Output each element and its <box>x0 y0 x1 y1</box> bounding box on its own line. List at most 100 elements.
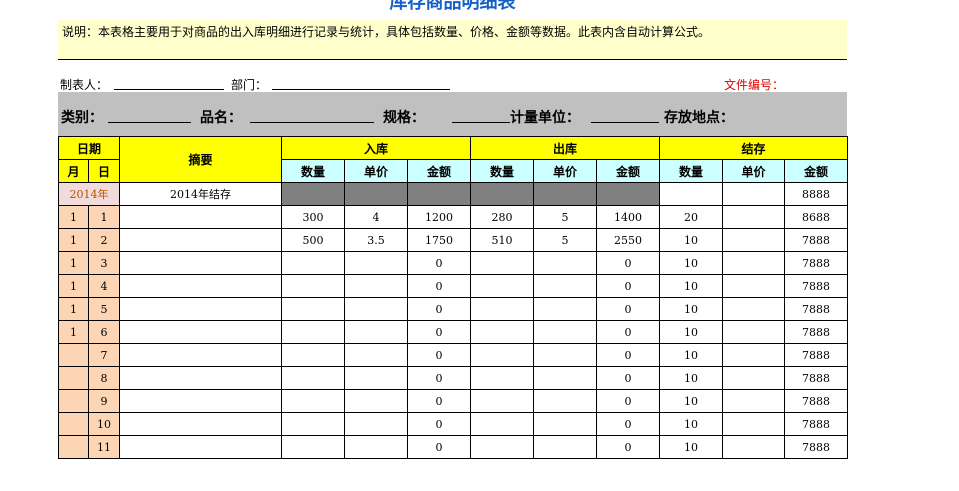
unit-field[interactable] <box>591 122 659 123</box>
out-qty-cell[interactable]: 280 <box>470 205 534 229</box>
in-price-cell[interactable] <box>344 366 408 390</box>
out-price-cell[interactable]: 5 <box>533 205 597 229</box>
out-price-cell[interactable] <box>533 343 597 367</box>
out-amount-cell[interactable]: 0 <box>596 343 660 367</box>
out-price-cell[interactable]: 5 <box>533 228 597 252</box>
in-price-cell[interactable] <box>344 343 408 367</box>
in-amount-cell[interactable]: 1200 <box>407 205 471 229</box>
in-amount-cell[interactable]: 0 <box>407 412 471 436</box>
bal-amount-cell[interactable]: 7888 <box>784 320 848 344</box>
summary-cell[interactable] <box>119 297 282 321</box>
summary-cell[interactable] <box>119 412 282 436</box>
out-amount-cell[interactable]: 0 <box>596 320 660 344</box>
out-amount-cell[interactable]: 0 <box>596 297 660 321</box>
out-price-cell[interactable] <box>533 412 597 436</box>
bal-qty-cell[interactable]: 10 <box>659 412 723 436</box>
out-amount-cell[interactable]: 0 <box>596 366 660 390</box>
bal-amount-cell[interactable]: 8688 <box>784 205 848 229</box>
day-cell[interactable]: 4 <box>88 274 120 298</box>
summary-cell[interactable] <box>119 343 282 367</box>
bal-price-cell[interactable] <box>722 228 785 252</box>
product-name-field[interactable] <box>250 122 374 123</box>
out-qty-cell[interactable] <box>470 389 534 413</box>
in-qty-cell[interactable] <box>281 274 345 298</box>
month-cell[interactable] <box>58 366 89 390</box>
summary-cell[interactable] <box>119 228 282 252</box>
day-cell[interactable]: 7 <box>88 343 120 367</box>
day-cell[interactable]: 3 <box>88 251 120 275</box>
bal-price-cell[interactable] <box>722 274 785 298</box>
day-cell[interactable]: 9 <box>88 389 120 413</box>
bal-price-cell[interactable] <box>722 366 785 390</box>
bal-price-cell[interactable] <box>722 389 785 413</box>
summary-cell[interactable] <box>119 366 282 390</box>
out-amount-cell[interactable]: 0 <box>596 274 660 298</box>
category-field[interactable] <box>108 122 191 123</box>
out-qty-cell[interactable] <box>470 251 534 275</box>
summary-cell[interactable] <box>119 320 282 344</box>
bal-amount-cell[interactable]: 7888 <box>784 366 848 390</box>
summary-cell[interactable] <box>119 251 282 275</box>
out-amount-cell[interactable]: 0 <box>596 412 660 436</box>
bal-qty-cell[interactable]: 10 <box>659 366 723 390</box>
out-price-cell[interactable] <box>533 274 597 298</box>
out-qty-cell[interactable] <box>470 274 534 298</box>
carry-summary[interactable]: 2014年结存 <box>119 182 282 206</box>
bal-amount-cell[interactable]: 7888 <box>784 412 848 436</box>
month-cell[interactable]: 1 <box>58 320 89 344</box>
bal-amount-cell[interactable]: 7888 <box>784 297 848 321</box>
in-price-cell[interactable]: 3.5 <box>344 228 408 252</box>
month-cell[interactable] <box>58 435 89 459</box>
bal-qty-cell[interactable]: 10 <box>659 435 723 459</box>
bal-amount-cell[interactable]: 7888 <box>784 251 848 275</box>
bal-qty-cell[interactable]: 10 <box>659 251 723 275</box>
bal-amount-cell[interactable]: 7888 <box>784 435 848 459</box>
out-price-cell[interactable] <box>533 251 597 275</box>
in-qty-cell[interactable] <box>281 320 345 344</box>
out-qty-cell[interactable] <box>470 412 534 436</box>
day-cell[interactable]: 11 <box>88 435 120 459</box>
out-amount-cell[interactable]: 1400 <box>596 205 660 229</box>
in-price-cell[interactable]: 4 <box>344 205 408 229</box>
in-amount-cell[interactable]: 0 <box>407 274 471 298</box>
in-price-cell[interactable] <box>344 251 408 275</box>
month-cell[interactable]: 1 <box>58 205 89 229</box>
bal-price-cell[interactable] <box>722 435 785 459</box>
in-price-cell[interactable] <box>344 389 408 413</box>
out-qty-cell[interactable] <box>470 297 534 321</box>
in-amount-cell[interactable]: 0 <box>407 343 471 367</box>
bal-qty-cell[interactable]: 10 <box>659 228 723 252</box>
day-cell[interactable]: 1 <box>88 205 120 229</box>
in-qty-cell[interactable] <box>281 251 345 275</box>
bal-qty-cell[interactable]: 10 <box>659 343 723 367</box>
bal-price-cell[interactable] <box>722 412 785 436</box>
bal-qty-cell[interactable]: 10 <box>659 274 723 298</box>
bal-amount-cell[interactable]: 7888 <box>784 389 848 413</box>
month-cell[interactable]: 1 <box>58 251 89 275</box>
bal-amount-cell[interactable]: 7888 <box>784 343 848 367</box>
out-price-cell[interactable] <box>533 320 597 344</box>
bal-price-cell[interactable] <box>722 320 785 344</box>
in-price-cell[interactable] <box>344 274 408 298</box>
in-qty-cell[interactable]: 300 <box>281 205 345 229</box>
month-cell[interactable] <box>58 389 89 413</box>
month-cell[interactable] <box>58 412 89 436</box>
out-price-cell[interactable] <box>533 366 597 390</box>
in-amount-cell[interactable]: 0 <box>407 435 471 459</box>
bal-amount-cell[interactable]: 7888 <box>784 228 848 252</box>
in-price-cell[interactable] <box>344 297 408 321</box>
day-cell[interactable]: 2 <box>88 228 120 252</box>
out-qty-cell[interactable] <box>470 435 534 459</box>
bal-qty-cell[interactable]: 10 <box>659 320 723 344</box>
out-qty-cell[interactable] <box>470 320 534 344</box>
bal-price-cell[interactable] <box>722 343 785 367</box>
in-qty-cell[interactable]: 500 <box>281 228 345 252</box>
in-qty-cell[interactable] <box>281 389 345 413</box>
day-cell[interactable]: 10 <box>88 412 120 436</box>
out-price-cell[interactable] <box>533 389 597 413</box>
out-amount-cell[interactable]: 0 <box>596 435 660 459</box>
month-cell[interactable]: 1 <box>58 228 89 252</box>
day-cell[interactable]: 5 <box>88 297 120 321</box>
in-qty-cell[interactable] <box>281 343 345 367</box>
day-cell[interactable]: 6 <box>88 320 120 344</box>
